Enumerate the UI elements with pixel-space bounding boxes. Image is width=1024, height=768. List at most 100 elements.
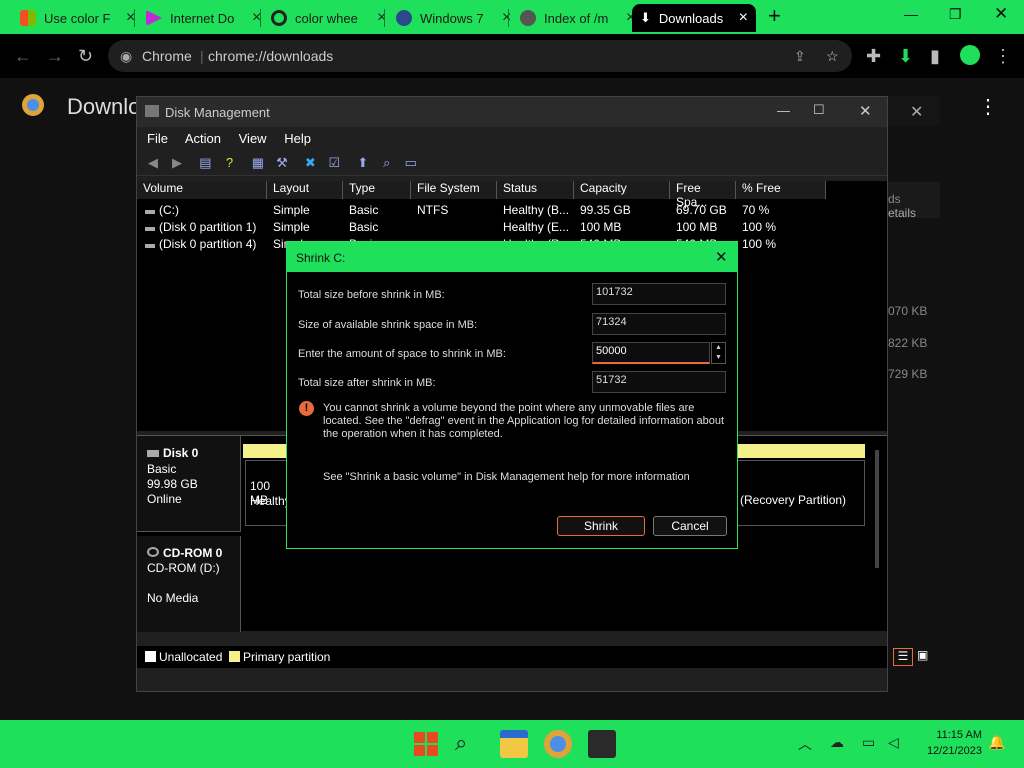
- new-tab-button[interactable]: +: [768, 3, 781, 29]
- tab-label: Internet Do: [170, 10, 235, 26]
- cancel-button[interactable]: Cancel: [653, 516, 727, 536]
- list-view-icon[interactable]: ☰: [893, 648, 913, 666]
- share-icon[interactable]: ⇪: [794, 48, 806, 65]
- download-icon: ⬇: [640, 10, 651, 25]
- download-icon[interactable]: ⬇: [898, 46, 913, 67]
- tab-index-of[interactable]: Index of /m ×: [512, 4, 643, 32]
- menu-icon[interactable]: ⋮: [994, 46, 1012, 67]
- disk-icon: [145, 105, 159, 117]
- recovery-partition-block[interactable]: (Recovery Partition): [737, 460, 865, 526]
- console-icon[interactable]: ▤: [197, 155, 213, 171]
- menu-view[interactable]: View: [239, 131, 267, 146]
- graphic-view-icon[interactable]: ▣: [917, 648, 928, 662]
- list-icon[interactable]: ▦: [250, 155, 266, 171]
- legend: Unallocated Primary partition ☰ ▣: [137, 646, 928, 668]
- shrink-amount-spinner[interactable]: ▲ ▼: [711, 342, 726, 364]
- restore-icon[interactable]: ❐: [949, 6, 962, 23]
- back-icon[interactable]: ◀: [145, 155, 161, 171]
- column-header[interactable]: Free Spa...: [670, 181, 736, 209]
- disk-management-icon[interactable]: [588, 730, 616, 758]
- forward-icon[interactable]: ▶: [169, 155, 185, 171]
- menu-help[interactable]: Help: [284, 131, 311, 146]
- unallocated-swatch: [145, 651, 156, 662]
- close-icon[interactable]: ✕: [910, 102, 923, 122]
- total-after-field: 51732: [592, 371, 726, 393]
- shrink-button[interactable]: Shrink: [557, 516, 645, 536]
- menu-file[interactable]: File: [147, 131, 168, 146]
- clock-time[interactable]: 11:15 AM: [916, 729, 982, 741]
- scrollbar[interactable]: [875, 450, 879, 568]
- menu-action[interactable]: Action: [185, 131, 221, 146]
- google-icon: [271, 10, 287, 26]
- column-header[interactable]: Layout: [267, 181, 343, 199]
- tab-label: color whee: [295, 10, 358, 26]
- shrink-amount-input[interactable]: 50000: [592, 342, 710, 364]
- browser-toolbar: ← → ↻ ◉ Chrome | chrome://downloads ⇪ ☆ …: [0, 34, 1024, 78]
- tab-downloads[interactable]: ⬇ Downloads ×: [632, 4, 756, 32]
- chrome-icon[interactable]: [544, 730, 572, 758]
- side-panel-icon[interactable]: ▮: [930, 46, 940, 67]
- chrome-logo-icon: [22, 94, 44, 116]
- connect-icon[interactable]: ⚒: [274, 155, 290, 171]
- tab-label: Index of /m: [544, 10, 609, 26]
- cdrom-info[interactable]: CD-ROM 0 CD-ROM (D:) No Media: [137, 536, 241, 632]
- close-tab-icon[interactable]: ×: [739, 9, 748, 27]
- help-icon[interactable]: ?: [221, 155, 237, 171]
- back-icon[interactable]: ←: [14, 46, 32, 67]
- column-header[interactable]: Volume: [137, 181, 267, 199]
- properties-icon[interactable]: ▭: [403, 155, 419, 171]
- shrink-dialog: Shrink C: ✕ Total size before shrink in …: [286, 241, 738, 549]
- window-title: Disk Management: [165, 105, 270, 120]
- file-explorer-icon[interactable]: [500, 730, 528, 758]
- check-icon[interactable]: ☑: [326, 155, 342, 171]
- minimize-icon[interactable]: —: [904, 6, 918, 22]
- forward-icon[interactable]: →: [46, 46, 64, 67]
- help-text: See "Shrink a basic volume" in Disk Mana…: [323, 471, 690, 483]
- tab-windows-7[interactable]: Windows 7 ×: [388, 4, 519, 32]
- archive-icon: [520, 10, 536, 26]
- close-tab-icon[interactable]: ×: [502, 9, 511, 27]
- omnibox-chip: Chrome: [142, 48, 192, 64]
- delete-icon[interactable]: ✖: [302, 155, 318, 171]
- tab-use-color[interactable]: Use color F ×: [12, 4, 143, 32]
- notification-bell-icon[interactable]: 🔔: [988, 734, 1005, 751]
- chevron-up-icon[interactable]: ︿: [798, 734, 812, 754]
- tab-label: Use color F: [44, 10, 111, 26]
- tab-strip: Use color F × Internet Do × color whee × Wi…: [0, 0, 1024, 34]
- column-header[interactable]: File System: [411, 181, 497, 199]
- disk0-info[interactable]: Disk 0 Basic 99.98 GB Online: [137, 436, 241, 532]
- play-icon: [146, 10, 162, 26]
- import-icon[interactable]: ⬆: [355, 155, 371, 171]
- tab-internet-download[interactable]: Internet Do ×: [138, 4, 269, 32]
- star-icon[interactable]: ☆: [826, 48, 839, 65]
- close-icon[interactable]: ✕: [715, 248, 728, 266]
- url-text[interactable]: chrome://downloads: [208, 48, 333, 64]
- close-icon[interactable]: ✕: [859, 102, 872, 120]
- windows-logo-icon: [20, 10, 36, 26]
- search-icon[interactable]: ⌕: [455, 730, 483, 758]
- column-header[interactable]: Capacity: [574, 181, 670, 199]
- maximize-icon[interactable]: ☐: [813, 102, 825, 118]
- avatar[interactable]: [960, 45, 980, 65]
- taskbar: ⌕ ︿ ☁ ▭ ◁ 11:15 AM 12/21/2023 🔔: [0, 720, 1024, 768]
- more-options-icon[interactable]: ⋮: [978, 94, 998, 119]
- tab-color-wheel[interactable]: color whee ×: [263, 4, 394, 32]
- minimize-icon[interactable]: —: [777, 103, 790, 118]
- cdrom-icon: [147, 547, 159, 557]
- search-icon[interactable]: ⌕: [379, 155, 395, 171]
- available-space-field: 71324: [592, 313, 726, 335]
- network-icon[interactable]: ☁: [830, 734, 844, 751]
- address-bar[interactable]: ◉ Chrome | chrome://downloads ⇪ ☆: [108, 40, 852, 72]
- total-before-field: 101732: [592, 283, 726, 305]
- volume-muted-icon[interactable]: ◁: [888, 734, 899, 751]
- reload-icon[interactable]: ↻: [78, 46, 93, 67]
- column-header[interactable]: Type: [343, 181, 411, 199]
- column-header[interactable]: % Free: [736, 181, 826, 199]
- extensions-icon[interactable]: ✚: [866, 46, 881, 67]
- partition-block[interactable]: 100 MB Healthy: [245, 460, 291, 526]
- start-icon[interactable]: [412, 730, 440, 758]
- display-icon[interactable]: ▭: [862, 734, 875, 751]
- close-window-icon[interactable]: ✕: [994, 4, 1008, 24]
- column-header[interactable]: Status: [497, 181, 574, 199]
- clock-date[interactable]: 12/21/2023: [916, 745, 982, 757]
